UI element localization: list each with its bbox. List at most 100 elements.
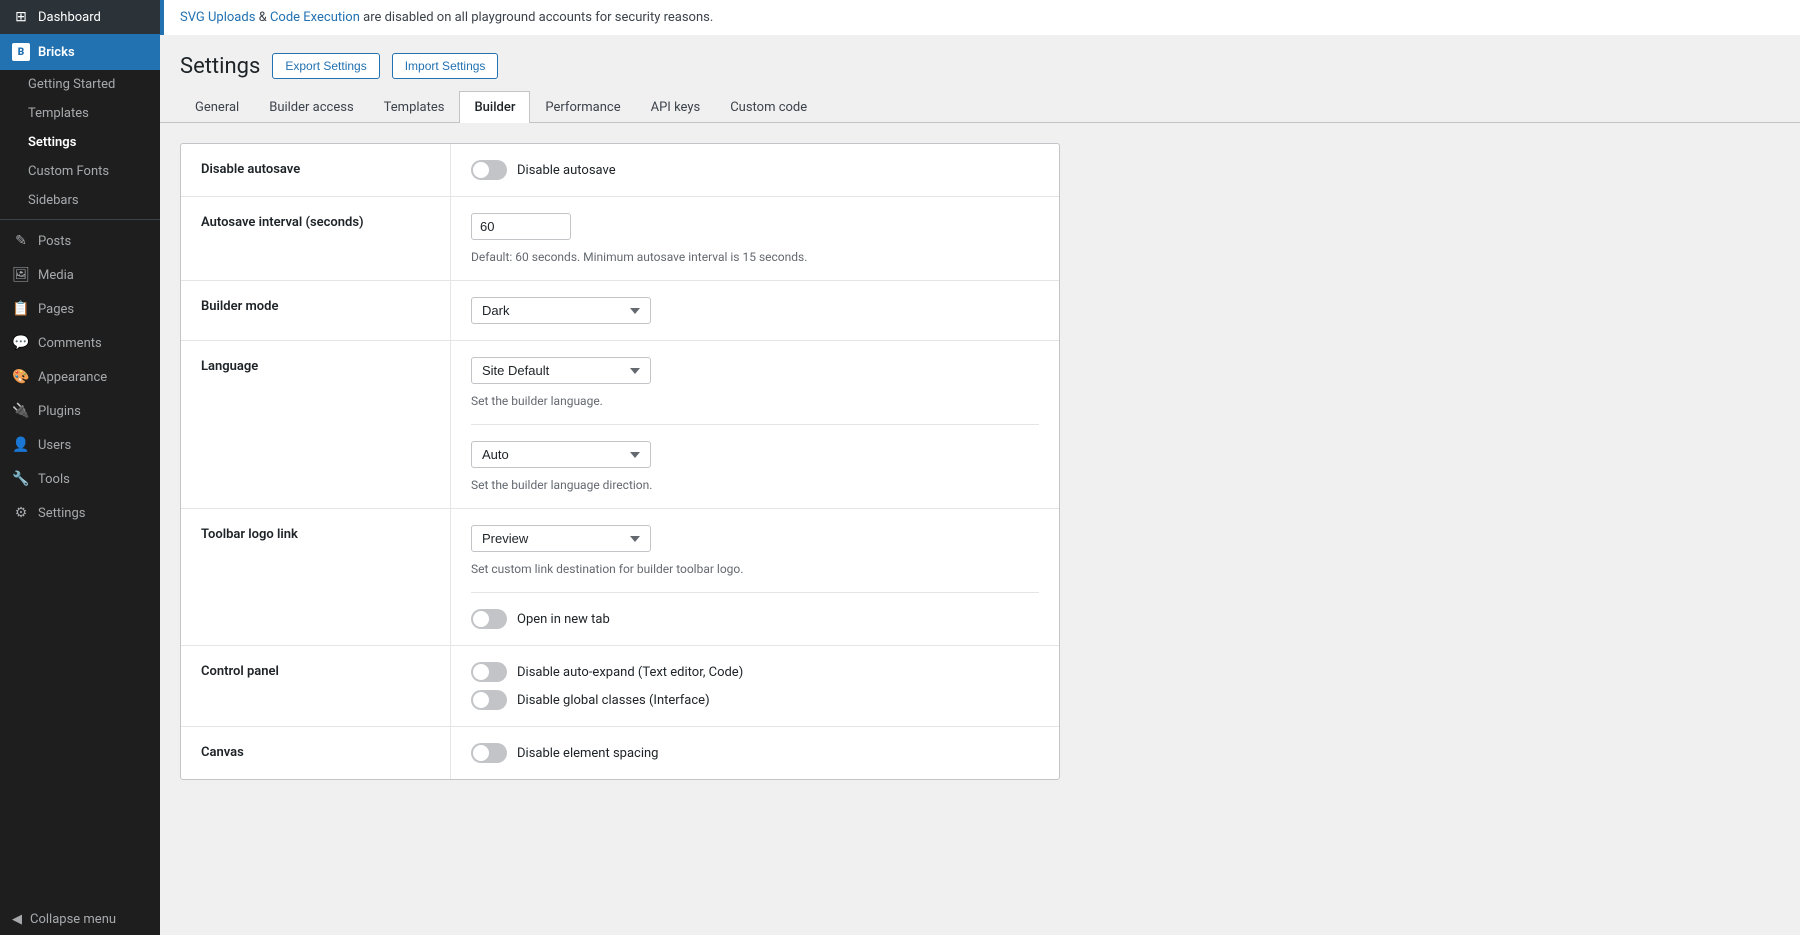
sidebar-item-pages[interactable]: 📋 Pages (0, 292, 160, 326)
disable-element-spacing-label: Disable element spacing (517, 746, 658, 761)
settings-table: Disable autosave Disable autosave Autosa… (180, 143, 1060, 780)
sidebar-item-label: Posts (38, 234, 71, 249)
appearance-icon: 🎨 (12, 369, 30, 385)
settings-value-language: Site Default English French Set the buil… (451, 341, 1059, 508)
sidebar-item-label: Comments (38, 336, 102, 351)
settings-label-canvas: Canvas (181, 727, 451, 779)
sidebar-item-bricks[interactable]: B Bricks (0, 34, 160, 70)
tools-icon: 🔧 (12, 471, 30, 487)
plugins-icon: 🔌 (12, 403, 30, 419)
settings-value-disable-autosave: Disable autosave (451, 144, 1059, 196)
control-panel-toggle-row-2: Disable global classes (Interface) (471, 690, 1039, 710)
settings-value-autosave-interval: Default: 60 seconds. Minimum autosave in… (451, 197, 1059, 280)
builder-mode-select[interactable]: Dark Light Auto (471, 297, 651, 324)
sidebar-item-label: Users (38, 438, 71, 453)
language-hint2: Set the builder language direction. (471, 478, 1039, 492)
notice-bar: SVG Uploads & Code Execution are disable… (160, 0, 1800, 35)
collapse-icon: ◀ (12, 912, 22, 927)
settings-value-canvas: Disable element spacing (451, 727, 1059, 779)
open-new-tab-label: Open in new tab (517, 612, 610, 627)
open-new-tab-toggle[interactable] (471, 609, 507, 629)
sidebar-item-label: Plugins (38, 404, 81, 419)
svg-uploads-link[interactable]: SVG Uploads (180, 10, 255, 25)
settings-value-control-panel: Disable auto-expand (Text editor, Code) … (451, 646, 1059, 726)
sidebar-item-label: Settings (38, 506, 85, 521)
language-hint1: Set the builder language. (471, 394, 1039, 408)
toolbar-logo-link-hint: Set custom link destination for builder … (471, 562, 1039, 576)
media-icon: 🖼 (12, 267, 30, 283)
sidebar-item-label: Tools (38, 472, 70, 487)
autosave-interval-input[interactable] (471, 213, 571, 240)
collapse-menu-button[interactable]: ◀ Collapse menu (0, 904, 160, 935)
settings-value-builder-mode: Dark Light Auto (451, 281, 1059, 340)
sidebar-item-appearance[interactable]: 🎨 Appearance (0, 360, 160, 394)
settings-area: Disable autosave Disable autosave Autosa… (160, 123, 1800, 935)
tab-api-keys[interactable]: API keys (636, 91, 716, 123)
settings-value-toolbar-logo-link: Preview Dashboard Custom URL Set custom … (451, 509, 1059, 645)
settings-row-autosave-interval: Autosave interval (seconds) Default: 60 … (181, 197, 1059, 281)
collapse-label: Collapse menu (30, 912, 116, 927)
sidebar-item-label: Media (38, 268, 74, 283)
language-select[interactable]: Site Default English French (471, 357, 651, 384)
settings-label-control-panel: Control panel (181, 646, 451, 726)
toolbar-logo-link-select[interactable]: Preview Dashboard Custom URL (471, 525, 651, 552)
export-settings-button[interactable]: Export Settings (272, 53, 379, 79)
settings-label-toolbar-logo-link: Toolbar logo link (181, 509, 451, 645)
sidebar-item-comments[interactable]: 💬 Comments (0, 326, 160, 360)
sidebar-sub-templates[interactable]: Templates (0, 99, 160, 128)
dashboard-icon: ⊞ (12, 9, 30, 25)
notice-text: are disabled on all playground accounts … (363, 10, 713, 25)
settings-label-autosave-interval: Autosave interval (seconds) (181, 197, 451, 280)
settings-row-canvas: Canvas Disable element spacing (181, 727, 1059, 779)
settings-label-disable-autosave: Disable autosave (181, 144, 451, 196)
language-direction-select[interactable]: Auto LTR RTL (471, 441, 651, 468)
tab-builder-access[interactable]: Builder access (254, 91, 368, 123)
settings-row-builder-mode: Builder mode Dark Light Auto (181, 281, 1059, 341)
canvas-toggle-row: Disable element spacing (471, 743, 1039, 763)
sidebar-item-tools[interactable]: 🔧 Tools (0, 462, 160, 496)
disable-element-spacing-toggle[interactable] (471, 743, 507, 763)
sidebar-sub-getting-started[interactable]: Getting Started (0, 70, 160, 99)
tab-templates[interactable]: Templates (369, 91, 460, 123)
disable-auto-expand-label: Disable auto-expand (Text editor, Code) (517, 665, 743, 680)
bricks-label: Bricks (38, 45, 75, 60)
import-settings-button[interactable]: Import Settings (392, 53, 499, 79)
sidebar-item-label: Appearance (38, 370, 107, 385)
sidebar-item-settings-main[interactable]: ⚙ Settings (0, 496, 160, 530)
tab-general[interactable]: General (180, 91, 254, 123)
sidebar-item-media[interactable]: 🖼 Media (0, 258, 160, 292)
disable-auto-expand-toggle[interactable] (471, 662, 507, 682)
control-panel-toggle-row-1: Disable auto-expand (Text editor, Code) (471, 662, 1039, 682)
sidebar-sub-custom-fonts[interactable]: Custom Fonts (0, 157, 160, 186)
settings-icon: ⚙ (12, 505, 30, 521)
comments-icon: 💬 (12, 335, 30, 351)
settings-row-control-panel: Control panel Disable auto-expand (Text … (181, 646, 1059, 727)
tab-performance[interactable]: Performance (530, 91, 635, 123)
pages-icon: 📋 (12, 301, 30, 317)
sidebar-sub-settings[interactable]: Settings (0, 128, 160, 157)
sidebar-divider (0, 219, 160, 220)
disable-autosave-toggle-row: Disable autosave (471, 160, 1039, 180)
disable-global-classes-label: Disable global classes (Interface) (517, 693, 710, 708)
disable-autosave-toggle[interactable] (471, 160, 507, 180)
sidebar: ⊞ Dashboard B Bricks Getting Started Tem… (0, 0, 160, 935)
main-content: SVG Uploads & Code Execution are disable… (160, 0, 1800, 935)
tab-custom-code[interactable]: Custom code (715, 91, 822, 123)
tab-builder[interactable]: Builder (459, 91, 530, 123)
code-execution-link[interactable]: Code Execution (270, 10, 360, 25)
settings-row-language: Language Site Default English French Set… (181, 341, 1059, 509)
settings-row-disable-autosave: Disable autosave Disable autosave (181, 144, 1059, 197)
sidebar-item-users[interactable]: 👤 Users (0, 428, 160, 462)
users-icon: 👤 (12, 437, 30, 453)
page-header: Settings Export Settings Import Settings (160, 35, 1800, 91)
posts-icon: ✎ (12, 233, 30, 249)
sidebar-item-plugins[interactable]: 🔌 Plugins (0, 394, 160, 428)
settings-row-toolbar-logo-link: Toolbar logo link Preview Dashboard Cust… (181, 509, 1059, 646)
sidebar-sub-sidebars[interactable]: Sidebars (0, 186, 160, 215)
sidebar-item-label: Pages (38, 302, 74, 317)
settings-label-language: Language (181, 341, 451, 508)
disable-global-classes-toggle[interactable] (471, 690, 507, 710)
sidebar-item-dashboard[interactable]: ⊞ Dashboard (0, 0, 160, 34)
sidebar-item-posts[interactable]: ✎ Posts (0, 224, 160, 258)
tabs-bar: General Builder access Templates Builder… (160, 91, 1800, 123)
